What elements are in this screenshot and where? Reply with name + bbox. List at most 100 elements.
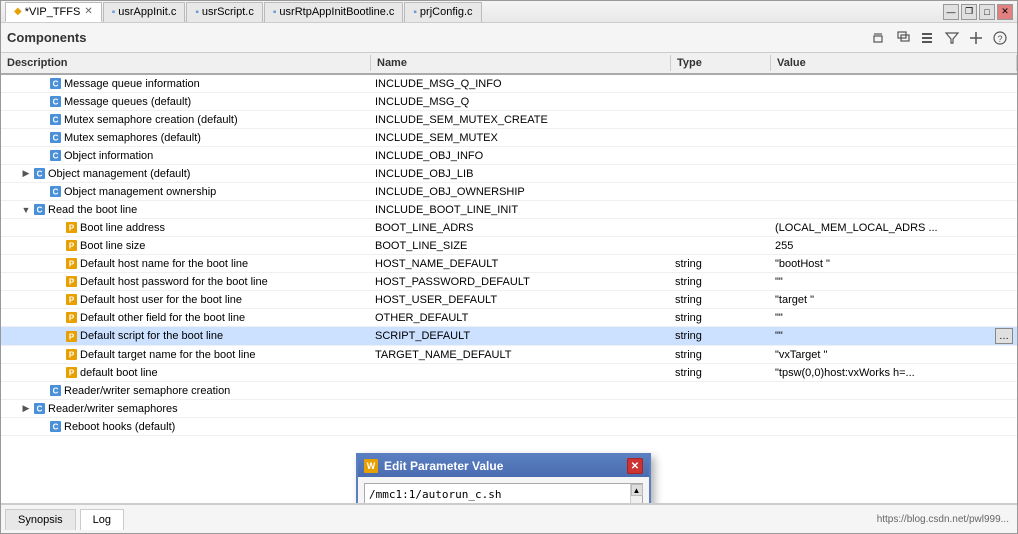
row-type-12: string [671, 293, 771, 307]
tab-label-2: usrScript.c [202, 6, 254, 18]
tab-synopsis[interactable]: Synopsis [5, 509, 76, 530]
row-value-15: "vxTarget " [771, 348, 1017, 362]
row-name-4: INCLUDE_OBJ_INFO [371, 149, 671, 163]
table-row[interactable]: ▶ C Reader/writer semaphores [1, 400, 1017, 418]
parameter-value-input[interactable]: /mmc1:1/autorun_c.sh [365, 484, 630, 503]
row-desc-text-10: Default host name for the boot line [80, 258, 248, 270]
filter-button[interactable] [941, 27, 963, 49]
arrow-5[interactable]: ▶ [21, 169, 31, 179]
tab-label: *VIP_TFFS [25, 6, 81, 18]
svg-text:P: P [69, 314, 75, 323]
add-button[interactable] [965, 27, 987, 49]
table-row[interactable]: C Message queue information INCLUDE_MSG_… [1, 75, 1017, 93]
show-all-button[interactable] [917, 27, 939, 49]
arrow-10 [53, 259, 63, 269]
row-desc-10: P Default host name for the boot line [1, 256, 371, 271]
row-desc-text-8: Boot line address [80, 222, 165, 234]
bottom-panel: Synopsis Log https://blog.csdn.net/pwl99… [1, 503, 1017, 533]
tab-close-vip[interactable]: ✕ [84, 6, 92, 17]
table-row[interactable]: P Boot line address BOOT_LINE_ADRS (LOCA… [1, 219, 1017, 237]
table-row[interactable]: C Message queues (default) INCLUDE_MSG_Q [1, 93, 1017, 111]
table-row[interactable]: P default boot line string "tpsw(0,0)hos… [1, 364, 1017, 382]
row-desc-0: C Message queue information [1, 76, 371, 91]
modal-textarea-wrap: /mmc1:1/autorun_c.sh ▲ ▼ [364, 483, 643, 503]
table-row[interactable]: P Default host user for the boot line HO… [1, 291, 1017, 309]
modal-close-button[interactable]: ✕ [627, 458, 643, 474]
row-desc-text-11: Default host password for the boot line [80, 276, 268, 288]
row-value-2 [771, 119, 1017, 121]
row-type-0 [671, 83, 771, 85]
table-row[interactable]: ▼ C Read the boot line INCLUDE_BOOT_LINE… [1, 201, 1017, 219]
row-value-14: "" … [771, 327, 1017, 345]
arrow-6 [37, 187, 47, 197]
svg-text:C: C [53, 134, 59, 143]
tab-usr-app-init[interactable]: ▪ usrAppInit.c [103, 2, 186, 22]
row-value-7 [771, 209, 1017, 211]
row-type-19 [671, 426, 771, 428]
table-row[interactable]: P Default target name for the boot line … [1, 346, 1017, 364]
arrow-16 [53, 368, 63, 378]
component-icon-18: C [33, 402, 46, 415]
row-name-18 [371, 408, 671, 410]
scroll-up-button[interactable]: ▲ [631, 484, 643, 496]
table-row[interactable]: C Reader/writer semaphore creation [1, 382, 1017, 400]
row-name-16 [371, 372, 671, 374]
edit-value-button[interactable]: … [995, 328, 1013, 344]
tab-log[interactable]: Log [80, 509, 124, 530]
table-row-selected[interactable]: P Default script for the boot line SCRIP… [1, 327, 1017, 346]
tab-prj-config[interactable]: ▪ prjConfig.c [404, 2, 481, 22]
table-row[interactable]: C Mutex semaphore creation (default) INC… [1, 111, 1017, 129]
row-desc-18: ▶ C Reader/writer semaphores [1, 401, 371, 416]
row-desc-text-2: Mutex semaphore creation (default) [64, 114, 238, 126]
row-desc-2: C Mutex semaphore creation (default) [1, 112, 371, 127]
project-icon: ◆ [14, 6, 22, 17]
c-file-icon-3: ▪ [273, 7, 277, 18]
expand-all-button[interactable] [893, 27, 915, 49]
synopsis-tab-label: Synopsis [18, 514, 63, 526]
arrow-18[interactable]: ▶ [21, 404, 31, 414]
table-row[interactable]: C Reboot hooks (default) [1, 418, 1017, 436]
table-row[interactable]: C Mutex semaphores (default) INCLUDE_SEM… [1, 129, 1017, 147]
arrow-7[interactable]: ▼ [21, 205, 31, 215]
row-desc-text-5: Object management (default) [48, 168, 190, 180]
row-name-11: HOST_PASSWORD_DEFAULT [371, 275, 671, 289]
component-icon-3: C [49, 131, 62, 144]
help-button[interactable]: ? [989, 27, 1011, 49]
components-panel: Description Name Type Value C Message qu… [1, 53, 1017, 503]
row-value-5 [771, 173, 1017, 175]
minimize-button[interactable]: — [943, 4, 959, 20]
row-type-7 [671, 209, 771, 211]
row-desc-text-19: Reboot hooks (default) [64, 421, 175, 433]
row-type-16: string [671, 366, 771, 380]
table-row[interactable]: P Default host password for the boot lin… [1, 273, 1017, 291]
table-row[interactable]: P Boot line size BOOT_LINE_SIZE 255 [1, 237, 1017, 255]
row-desc-16: P default boot line [1, 365, 371, 380]
row-type-2 [671, 119, 771, 121]
table-row[interactable]: P Default other field for the boot line … [1, 309, 1017, 327]
tab-usr-rtp[interactable]: ▪ usrRtpAppInitBootline.c [264, 2, 404, 22]
tab-usr-script[interactable]: ▪ usrScript.c [186, 2, 263, 22]
restore-button[interactable]: ❐ [961, 4, 977, 20]
close-window-button[interactable]: ✕ [997, 4, 1013, 20]
arrow-0 [37, 79, 47, 89]
c-file-icon-2: ▪ [195, 7, 199, 18]
collapse-all-button[interactable] [869, 27, 891, 49]
table-row[interactable]: ▶ C Object management (default) INCLUDE_… [1, 165, 1017, 183]
table-row[interactable]: P Default host name for the boot line HO… [1, 255, 1017, 273]
c-file-icon-4: ▪ [413, 7, 417, 18]
row-value-8: (LOCAL_MEM_LOCAL_ADRS ... [771, 221, 1017, 235]
row-name-9: BOOT_LINE_SIZE [371, 239, 671, 253]
row-desc-text-0: Message queue information [64, 78, 200, 90]
component-icon-19: C [49, 420, 62, 433]
row-name-8: BOOT_LINE_ADRS [371, 221, 671, 235]
table-row[interactable]: C Object information INCLUDE_OBJ_INFO [1, 147, 1017, 165]
table-body[interactable]: C Message queue information INCLUDE_MSG_… [1, 75, 1017, 503]
svg-text:P: P [69, 332, 75, 341]
maximize-button[interactable]: □ [979, 4, 995, 20]
help-icon: ? [992, 30, 1008, 46]
svg-text:C: C [53, 188, 59, 197]
expand-all-icon [896, 30, 912, 46]
tab-vip-tffs[interactable]: ◆ *VIP_TFFS ✕ [5, 2, 102, 22]
table-row[interactable]: C Object management ownership INCLUDE_OB… [1, 183, 1017, 201]
svg-text:C: C [37, 405, 43, 414]
